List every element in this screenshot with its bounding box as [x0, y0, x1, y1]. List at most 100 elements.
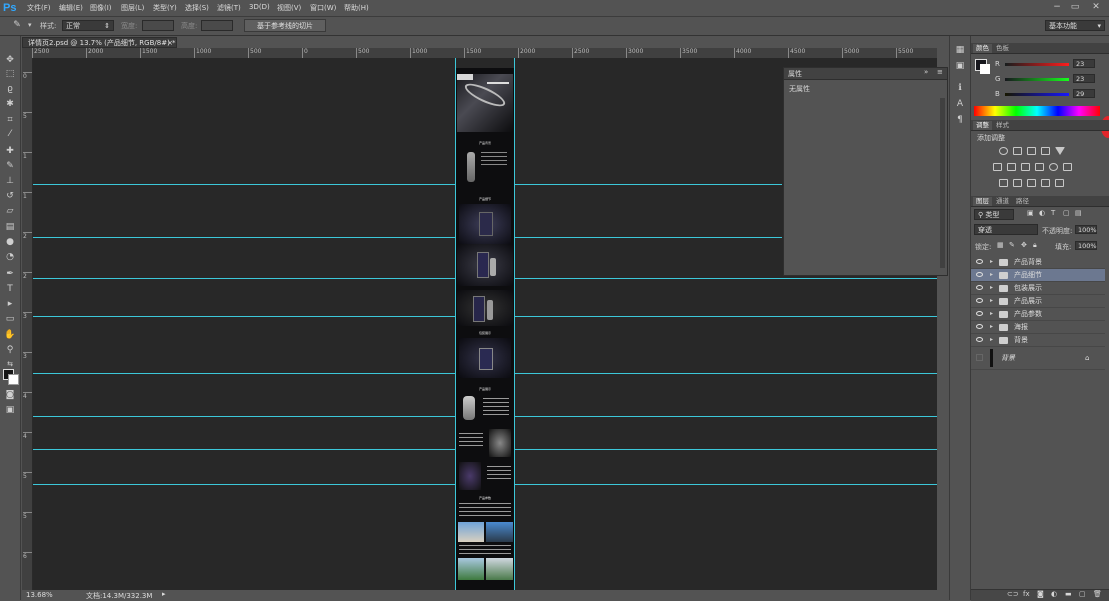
- document-tab[interactable]: 详情页2.psd @ 13.7% (产品细节, RGB/8#) * ×: [22, 37, 177, 48]
- layer-group[interactable]: ▸ 产品展示: [971, 295, 1105, 308]
- status-arrow-icon[interactable]: ▸: [162, 590, 166, 598]
- layer-filter-select[interactable]: ⚲ 类型: [974, 209, 1014, 220]
- clone-stamp-tool-icon[interactable]: ⊥: [3, 175, 17, 187]
- visibility-eye-icon[interactable]: [976, 324, 983, 329]
- healing-brush-tool-icon[interactable]: ✚: [3, 145, 17, 157]
- close-tab-icon[interactable]: ×: [167, 38, 173, 47]
- menu-edit[interactable]: 编辑(E): [59, 3, 83, 13]
- restore-button[interactable]: ▭: [1068, 2, 1082, 13]
- lock-image-icon[interactable]: ✎: [1009, 241, 1015, 249]
- collapse-icon[interactable]: »: [924, 68, 928, 76]
- zoom-tool-icon[interactable]: ⚲: [3, 344, 17, 356]
- eyedropper-tool-icon[interactable]: ⁄: [3, 128, 17, 140]
- brightness-contrast-icon[interactable]: [999, 147, 1008, 155]
- tab-swatches[interactable]: 色板: [993, 44, 1012, 53]
- document-page[interactable]: 产品背景 产品细节 包装展示 产品展示 产品参数: [456, 68, 514, 590]
- color-spectrum-bar[interactable]: [974, 106, 1100, 116]
- info-icon[interactable]: ℹ: [953, 82, 967, 94]
- paragraph-icon[interactable]: ¶: [953, 114, 967, 126]
- height-input[interactable]: [201, 20, 233, 31]
- expand-arrow-icon[interactable]: ▸: [990, 308, 993, 320]
- link-layers-icon[interactable]: ⊂⊃: [1007, 590, 1019, 598]
- tab-adjustments[interactable]: 调整: [973, 121, 992, 130]
- expand-arrow-icon[interactable]: ▸: [990, 269, 993, 281]
- visibility-eye-icon[interactable]: [976, 285, 983, 290]
- hand-tool-icon[interactable]: ✋: [3, 329, 17, 341]
- blur-tool-icon[interactable]: ●: [3, 236, 17, 248]
- menu-type[interactable]: 类型(Y): [153, 3, 177, 13]
- new-layer-icon[interactable]: ▢: [1079, 590, 1086, 598]
- vibrance-icon[interactable]: [1055, 147, 1065, 155]
- blend-mode-select[interactable]: 穿透: [974, 224, 1038, 235]
- tab-styles[interactable]: 样式: [993, 121, 1012, 130]
- new-group-icon[interactable]: ▬: [1065, 590, 1072, 598]
- g-slider[interactable]: [1005, 78, 1069, 81]
- visibility-eye-icon[interactable]: [976, 272, 983, 277]
- tab-color[interactable]: 颜色: [973, 44, 992, 53]
- hue-saturation-icon[interactable]: [993, 163, 1002, 171]
- visibility-eye-icon[interactable]: [976, 311, 983, 316]
- filter-pixel-icon[interactable]: ▣: [1027, 209, 1034, 217]
- menu-3d[interactable]: 3D(D): [249, 3, 270, 11]
- g-value[interactable]: 23: [1073, 74, 1095, 83]
- lock-transparent-icon[interactable]: ▦: [997, 241, 1004, 249]
- type-tool-icon[interactable]: T: [3, 283, 17, 295]
- curves-icon[interactable]: [1027, 147, 1036, 155]
- color-lookup-icon[interactable]: [1063, 163, 1072, 171]
- expand-arrow-icon[interactable]: ▸: [990, 334, 993, 346]
- rectangle-tool-icon[interactable]: ▭: [3, 313, 17, 325]
- black-white-icon[interactable]: [1021, 163, 1030, 171]
- background-layer[interactable]: 背景 ⌂: [971, 347, 1105, 370]
- close-window-button[interactable]: ✕: [1089, 2, 1103, 13]
- selective-color-icon[interactable]: [1041, 179, 1050, 187]
- new-adjustment-icon[interactable]: ◐: [1051, 590, 1057, 598]
- b-value[interactable]: 29: [1073, 89, 1095, 98]
- width-input[interactable]: [142, 20, 174, 31]
- posterize-icon[interactable]: [1013, 179, 1022, 187]
- expand-arrow-icon[interactable]: ▸: [990, 256, 993, 268]
- exposure-icon[interactable]: [1041, 147, 1050, 155]
- b-slider[interactable]: [1005, 93, 1069, 96]
- properties-title[interactable]: 属性: [788, 69, 802, 79]
- path-select-tool-icon[interactable]: ▸: [3, 298, 17, 310]
- gradient-map-icon[interactable]: [1055, 179, 1064, 187]
- menu-help[interactable]: 帮助(H): [344, 3, 369, 13]
- layer-group[interactable]: ▸ 背景: [971, 334, 1105, 347]
- menu-window[interactable]: 窗口(W): [310, 3, 336, 13]
- gradient-tool-icon[interactable]: ▤: [3, 221, 17, 233]
- pen-tool-icon[interactable]: ✒: [3, 268, 17, 280]
- filter-smart-object-icon[interactable]: ▤: [1075, 209, 1082, 217]
- filter-type-icon[interactable]: T: [1051, 209, 1055, 217]
- expand-arrow-icon[interactable]: ▸: [990, 295, 993, 307]
- workspace-select[interactable]: 基本功能 ▾: [1045, 20, 1105, 31]
- zoom-level[interactable]: 13.68%: [26, 591, 53, 599]
- layer-group[interactable]: ▸ 产品参数: [971, 308, 1105, 321]
- minimize-button[interactable]: −: [1050, 2, 1064, 13]
- move-tool-icon[interactable]: ✥: [3, 54, 17, 66]
- history-brush-tool-icon[interactable]: ↺: [3, 190, 17, 202]
- add-mask-icon[interactable]: ◙: [1037, 590, 1044, 598]
- character-icon[interactable]: A: [953, 98, 967, 110]
- color-balance-icon[interactable]: [1007, 163, 1016, 171]
- threshold-icon[interactable]: [1027, 179, 1036, 187]
- dodge-tool-icon[interactable]: ◔: [3, 251, 17, 263]
- navigator-icon[interactable]: ▣: [953, 60, 967, 72]
- levels-icon[interactable]: [1013, 147, 1022, 155]
- menu-filter[interactable]: 滤镜(T): [217, 3, 241, 13]
- expand-arrow-icon[interactable]: ▸: [990, 282, 993, 294]
- screen-mode-icon[interactable]: ▣: [3, 404, 17, 416]
- lock-all-icon[interactable]: 🔒︎: [1033, 241, 1037, 250]
- panel-menu-icon[interactable]: ≡: [937, 68, 943, 76]
- menu-select[interactable]: 选择(S): [185, 3, 209, 13]
- photo-filter-icon[interactable]: [1035, 163, 1044, 171]
- crop-tool-icon[interactable]: ⌗: [3, 114, 17, 126]
- tab-channels[interactable]: 通道: [993, 197, 1012, 206]
- history-icon[interactable]: ▦: [953, 44, 967, 56]
- r-value[interactable]: 23: [1073, 59, 1095, 68]
- visibility-eye-icon[interactable]: [976, 337, 983, 342]
- layer-group[interactable]: ▸ 包装展示: [971, 282, 1105, 295]
- tool-preset-arrow-icon[interactable]: ▾: [28, 21, 32, 29]
- lasso-tool-icon[interactable]: ϱ: [3, 83, 17, 95]
- r-slider[interactable]: [1005, 63, 1069, 66]
- visibility-eye-icon[interactable]: [976, 298, 983, 303]
